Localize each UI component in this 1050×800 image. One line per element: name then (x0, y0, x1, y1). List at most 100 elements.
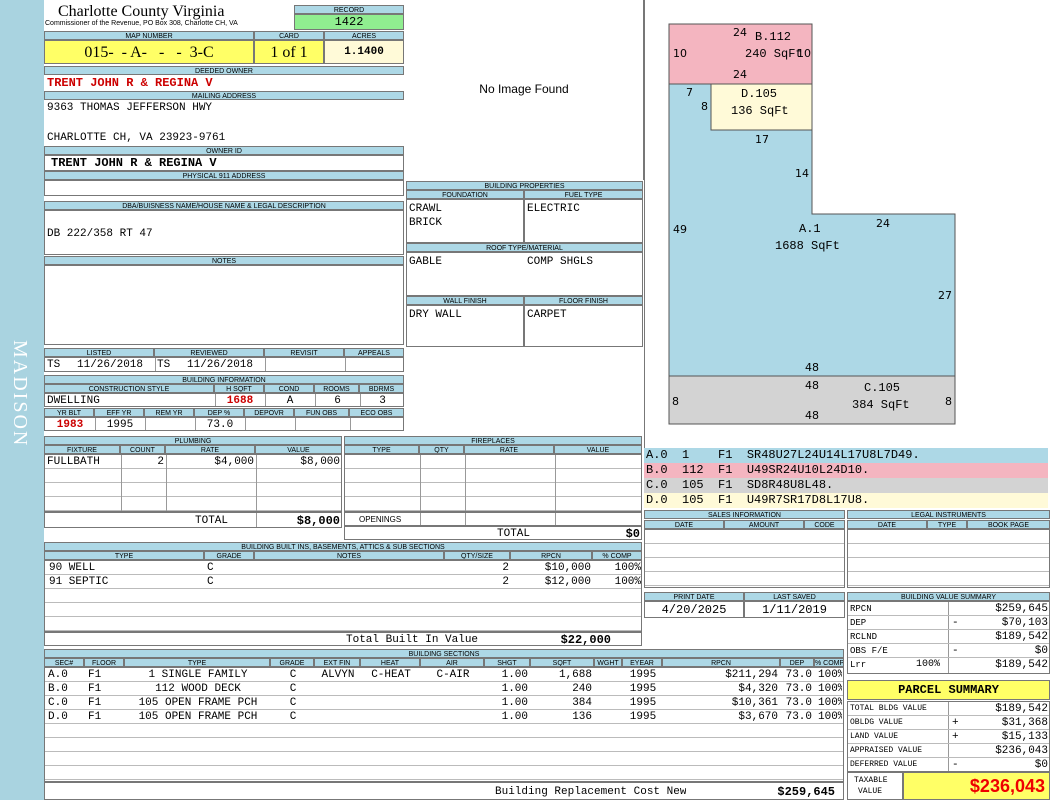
listing-row: TS 11/26/2018 TS 11/26/2018 (44, 357, 404, 372)
section-wght (598, 696, 620, 710)
sections-header-wght: WGHT (594, 658, 622, 667)
dep-override (245, 418, 295, 432)
remodel-year (145, 418, 195, 432)
section-sec: D.0 (48, 711, 68, 723)
section-grade: C (289, 697, 297, 709)
fuel-type: ELECTRIC (527, 203, 580, 215)
plumb-count: 2 (157, 456, 164, 468)
dim-b-left: 10 (673, 47, 687, 60)
ps-label: DEFERRED VALUE (850, 760, 918, 769)
built-in-total-row: Total Built In Value $22,000 (44, 632, 642, 647)
foundation-1: CRAWL (409, 203, 443, 215)
dba-legal-description: DB 222/358 RT 47 (47, 228, 153, 240)
value-summary-label: BUILDING VALUE SUMMARY (847, 592, 1050, 601)
sections-header-shgt: SHGT (484, 658, 530, 667)
plumb-fixture: FULLBATH (47, 456, 100, 468)
section-rpcn: $4,320 (738, 683, 778, 695)
condition: A (286, 395, 294, 407)
sections-header-sec: SEC# (44, 658, 84, 667)
foundation-box: CRAWL BRICK (406, 199, 524, 243)
vs-value: $189,542 (995, 631, 1048, 643)
section-sqft: 136 (572, 711, 592, 723)
legal-rows (847, 529, 1050, 588)
sales-label: SALES INFORMATION (644, 510, 845, 519)
label-b-name: B.112 (755, 30, 792, 44)
vs-label: RCLND (850, 632, 878, 642)
notes-box (44, 265, 404, 345)
h-funobs: FUN OBS (294, 408, 349, 417)
wall-finish-label: WALL FINISH (406, 296, 524, 305)
photo-area: No Image Found (404, 0, 644, 180)
vs-value: $259,645 (995, 603, 1048, 615)
section-comp: 100% (818, 669, 842, 681)
section-air: C-AIR (436, 669, 470, 681)
label-a-name: A.1 (799, 222, 821, 236)
mailing-address-label: MAILING ADDRESS (44, 91, 404, 100)
reviewed-by: TS (157, 359, 171, 371)
vs-label: DEP (850, 618, 867, 628)
sketch-drawing (668, 23, 956, 425)
sketch-code-c: C.0 105 F1 SD8R48U8L48. (644, 478, 1048, 493)
county-subtitle: Commissioner of the Revenue, PO Box 308,… (45, 20, 238, 27)
record-label: RECORD (294, 5, 404, 14)
section-ext (318, 682, 358, 696)
plumbing-total-row: TOTAL $8,000 (44, 512, 342, 528)
section-dep: 73.0 (785, 697, 812, 709)
ps-value: $0 (1034, 759, 1048, 771)
sales-rows (644, 529, 845, 588)
building-info-row-1: DWELLING 1688 A 6 3 (44, 393, 404, 407)
card-label: CARD (254, 31, 324, 40)
dim-d-left: 7 (686, 86, 693, 99)
sections-header-air: AIR (420, 658, 484, 667)
parcel-row: TOTAL BLDG VALUE $189,542 (848, 702, 1049, 716)
value-summary-row: RCLND $189,542 (848, 630, 1049, 644)
plumbing-label: PLUMBING (44, 436, 342, 445)
bi-h-grade: GRADE (204, 551, 254, 560)
sections-header-comp: % COMP (814, 658, 844, 667)
bi-h-comp: % COMP (592, 551, 642, 560)
section-sec: C.0 (48, 697, 68, 709)
floor-finish: CARPET (527, 309, 567, 321)
dim-c-left: 8 (672, 395, 679, 408)
section-heat: C-HEAT (371, 669, 411, 681)
legal-h-date: DATE (847, 520, 927, 529)
sales-h-amount: AMOUNT (724, 520, 804, 529)
section-sqft: 384 (572, 697, 592, 709)
sections-header-floor: FLOOR (84, 658, 124, 667)
sections-rows: A.0 F1 1 SINGLE FAMILY C ALVYN C-HEAT C-AIR 1.0… (44, 667, 844, 782)
vs-pct: 100% (916, 659, 941, 670)
section-wght (598, 668, 620, 682)
physical-address-label: PHYSICAL 911 ADDRESS (44, 171, 404, 180)
dim-a-left: 49 (673, 223, 687, 236)
built-ins: BUILDING BUILT INS, BASEMENTS, ATTICS & … (44, 542, 642, 647)
ps-label: OBLDG VALUE (850, 718, 903, 727)
economic-obs (350, 418, 405, 432)
acres-value: 1.1400 (324, 40, 404, 64)
parcel-summary: PARCEL SUMMARY TOTAL BLDG VALUE $189,542… (847, 680, 1050, 800)
print-date: 4/20/2025 (644, 601, 744, 618)
section-sqft: 1,688 (558, 669, 592, 681)
plumb-h-rate: RATE (165, 445, 255, 454)
section-wght (598, 682, 620, 696)
openings-label: OPENINGS (359, 515, 402, 524)
owner-id-label: OWNER ID (44, 146, 404, 155)
ps-value: $189,542 (995, 703, 1048, 715)
roof-type: GABLE (409, 256, 443, 268)
h-style: CONSTRUCTION STYLE (44, 384, 214, 393)
building-info-label: BUILDING INFORMATION (44, 375, 404, 384)
sketch-code-d: D.0 105 F1 U49R7SR17D8L17U8. (644, 493, 1048, 508)
section-eyear: 1995 (629, 683, 657, 695)
fire-total: $0 (625, 527, 640, 541)
sections-header-type: TYPE (124, 658, 270, 667)
label-a-area: 1688 SqFt (775, 239, 840, 253)
foundation-label: FOUNDATION (406, 190, 524, 199)
district-label: MADISON (9, 340, 31, 448)
parcel-row: DEFERRED VALUE - $0 (848, 758, 1049, 772)
sections-header-rpcn: RPCN (662, 658, 780, 667)
fire-h-type: TYPE (344, 445, 419, 454)
owner-id: TRENT JOHN R & REGINA V (44, 155, 404, 171)
label-d-area: 136 SqFt (731, 104, 789, 118)
h-sqft: H SQFT (214, 384, 264, 393)
physical-address (44, 180, 404, 196)
bi-total-label: Total Built In Value (346, 634, 479, 646)
